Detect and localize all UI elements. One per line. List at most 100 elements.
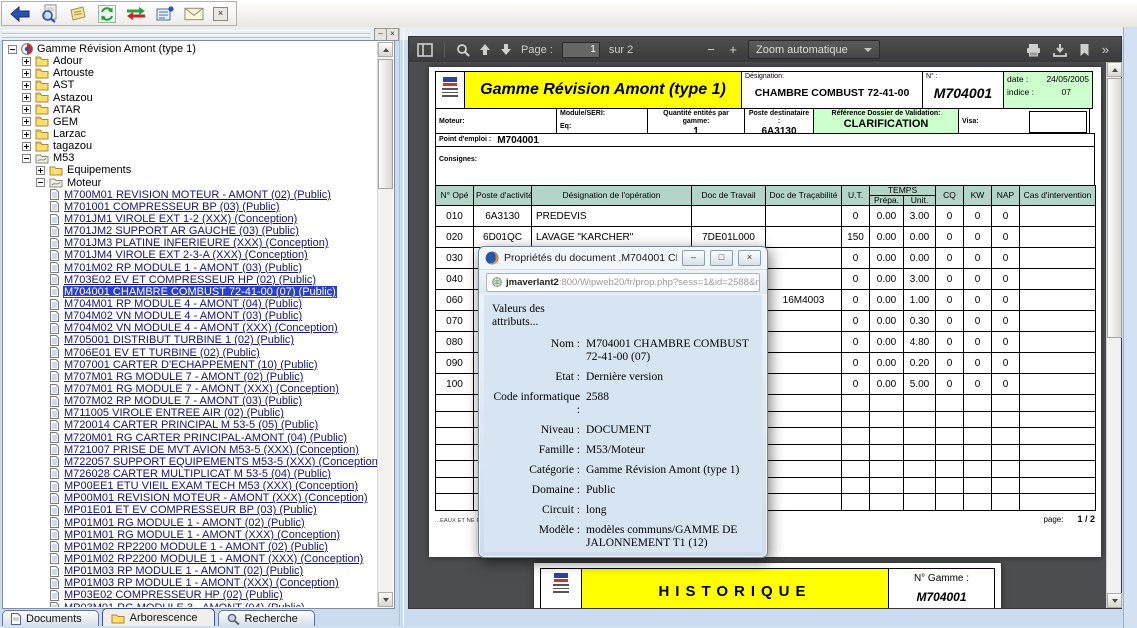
document-link[interactable]: M707M01 RG MODULE 7 - AMONT (02) (Public… — [63, 371, 304, 383]
document-link[interactable]: M711005 VIROLE ENTREE AIR (02) (Public) — [63, 407, 285, 419]
download-icon[interactable] — [1053, 43, 1067, 57]
dock-gripper[interactable] — [2, 34, 370, 38]
tree-document-item[interactable]: MP00EE1 ETU VIEIL EXAM TECH M53 (XXX) (C… — [5, 480, 377, 492]
scroll-down-icon[interactable] — [378, 592, 393, 607]
document-link[interactable]: M701JM4 VIROLE EXT 2-3-A (XXX) (Concepti… — [63, 249, 309, 261]
document-link[interactable]: M701001 COMPRESSEUR BP (03) (Public) — [63, 201, 281, 213]
document-link[interactable]: M707M01 RG MODULE 7 - AMONT (XXX) (Conce… — [63, 383, 340, 395]
mail-icon[interactable] — [184, 4, 204, 24]
tree-document-item[interactable]: M701JM3 PLATINE INFERIEURE (XXX) (Concep… — [5, 237, 377, 249]
expand-icon[interactable] — [22, 130, 31, 139]
tree-folder[interactable]: tagazou — [5, 140, 377, 152]
panel-splitter[interactable] — [399, 28, 404, 626]
document-link[interactable]: M703E02 EV ET COMPRESSEUR HP (02) (Publi… — [63, 274, 317, 286]
tree-folder[interactable]: GEM — [5, 116, 377, 128]
expand-icon[interactable] — [36, 166, 45, 175]
tree-document-item[interactable]: MP00M01 REVISION MOTEUR - AMONT (XXX) (C… — [5, 492, 377, 504]
zoom-in-icon[interactable]: + — [726, 42, 740, 57]
expand-icon[interactable] — [22, 117, 31, 126]
document-link[interactable]: M701JM3 PLATINE INFERIEURE (XXX) (Concep… — [63, 237, 329, 249]
tree-folder[interactable]: AST — [5, 79, 377, 91]
tab-arborescence[interactable]: Arborescence — [102, 608, 215, 627]
document-link[interactable]: M720M01 RG CARTER PRINCIPAL-AMONT (04) (… — [63, 432, 348, 444]
tree-document-item[interactable]: M704M01 RP MODULE 4 - AMONT (04) (Public… — [5, 298, 377, 310]
toolbar-close-icon[interactable]: × — [213, 7, 228, 21]
tab-recherche[interactable]: Recherche — [218, 610, 315, 627]
tree-document-item[interactable]: M707M01 RG MODULE 7 - AMONT (02) (Public… — [5, 371, 377, 383]
tree-folder[interactable]: Astazou — [5, 92, 377, 104]
expand-icon[interactable] — [22, 142, 31, 151]
tree-document-item[interactable]: MP01M02 RP2200 MODULE 1 - AMONT (02) (Pu… — [5, 541, 377, 553]
document-link[interactable]: MP01E01 ET EV COMPRESSEUR BP (03) (Publi… — [63, 504, 318, 516]
tree-document-item[interactable]: M703E02 EV ET COMPRESSEUR HP (02) (Publi… — [5, 274, 377, 286]
document-link[interactable]: M705001 DISTRIBUT TURBINE 1 (02) (Public… — [63, 334, 295, 346]
scroll-down-icon[interactable] — [1107, 593, 1122, 608]
tree-document-item[interactable]: MP01M03 RP MODULE 1 - AMONT (XXX) (Conce… — [5, 577, 377, 589]
tree-document-item[interactable]: M721007 PRISE DE MVT AVION M53-5 (XXX) (… — [5, 444, 377, 456]
send-note-icon[interactable] — [68, 4, 88, 24]
document-link[interactable]: MP01M03 RP MODULE 1 - AMONT (XXX) (Conce… — [63, 577, 340, 589]
expand-icon[interactable] — [22, 105, 31, 114]
expand-icon[interactable] — [22, 93, 31, 102]
zoom-out-icon[interactable]: − — [704, 42, 718, 57]
tree-document-item[interactable]: M704M02 VN MODULE 4 - AMONT (03) (Public… — [5, 310, 377, 322]
collapse-icon[interactable] — [8, 45, 17, 54]
tree-folder-m53[interactable]: M53 — [5, 152, 377, 164]
tree-folder[interactable]: Adour — [5, 55, 377, 67]
document-link[interactable]: M722057 SUPPORT EQUIPEMENTS M53-5 (XXX) … — [63, 456, 377, 468]
back-icon[interactable] — [10, 4, 30, 24]
refresh-icon[interactable] — [97, 4, 117, 24]
tree-document-item[interactable]: M700M01 REVISION MOTEUR - AMONT (02) (Pu… — [5, 189, 377, 201]
tree-document-item[interactable]: M711005 VIROLE ENTREE AIR (02) (Public) — [5, 407, 377, 419]
tree-document-item[interactable]: M707001 CARTER D'ECHAPPEMENT (10) (Publi… — [5, 359, 377, 371]
bookmark-icon[interactable] — [1079, 43, 1090, 57]
tree-document-item[interactable]: M701JM1 VIROLE EXT 1-2 (XXX) (Conception… — [5, 213, 377, 225]
tree-scrollbar[interactable] — [377, 42, 393, 607]
tree-document-item[interactable]: M704M02 VN MODULE 4 - AMONT (XXX) (Conce… — [5, 322, 377, 334]
minimize-button[interactable]: – — [682, 250, 705, 266]
document-link[interactable]: MP01M03 RP MODULE 1 - AMONT (02) (Public… — [63, 565, 304, 577]
tree-document-item[interactable]: M722057 SUPPORT EQUIPEMENTS M53-5 (XXX) … — [5, 456, 377, 468]
document-link[interactable]: M721007 PRISE DE MVT AVION M53-5 (XXX) (… — [63, 444, 360, 456]
document-link[interactable]: M720014 CARTER PRINCIPAL M 53-5 (05) (Pu… — [63, 419, 319, 431]
tree-folder[interactable]: Artouste — [5, 67, 377, 79]
document-link[interactable]: M700M01 REVISION MOTEUR - AMONT (02) (Pu… — [63, 189, 332, 201]
tree-document-item[interactable]: M701001 COMPRESSEUR BP (03) (Public) — [5, 201, 377, 213]
document-link[interactable]: M704M02 VN MODULE 4 - AMONT (XXX) (Conce… — [63, 322, 339, 334]
scroll-up-icon[interactable] — [378, 42, 393, 57]
tree-folder-moteur[interactable]: Moteur — [5, 177, 377, 189]
tree-folder[interactable]: Larzac — [5, 128, 377, 140]
sidebar-toggle-icon[interactable] — [417, 43, 433, 57]
tree-document-item[interactable]: MP01M01 RG MODULE 1 - AMONT (XXX) (Conce… — [5, 529, 377, 541]
tree-document-item[interactable]: M701JM4 VIROLE EXT 2-3-A (XXX) (Concepti… — [5, 249, 377, 261]
document-link[interactable]: MP00EE1 ETU VIEIL EXAM TECH M53 (XXX) (C… — [63, 480, 359, 492]
tree-document-item[interactable]: M726028 CARTER MULTIPLICAT M 53-5 (04) (… — [5, 468, 377, 480]
tree-root[interactable]: Gamme Révision Amont (type 1) — [5, 43, 377, 55]
print-icon[interactable] — [1026, 43, 1041, 57]
url-field[interactable]: jmaverlant2:800/Wipweb20/fr/prop.php?ses… — [486, 273, 760, 292]
zoom-select[interactable]: Zoom automatique — [748, 40, 880, 59]
tree-document-item[interactable]: M705001 DISTRIBUT TURBINE 1 (02) (Public… — [5, 334, 377, 346]
tree-document-item[interactable]: M704001 CHAMBRE COMBUST 72-41-00 (07) (P… — [5, 286, 377, 298]
find-icon[interactable] — [456, 43, 470, 57]
tree-document-item[interactable]: M701M02 RP MODULE 1 - AMONT (03) (Public… — [5, 262, 377, 274]
pdf-scrollbar[interactable] — [1106, 62, 1121, 608]
document-link[interactable]: M704001 CHAMBRE COMBUST 72-41-00 (07) (P… — [63, 286, 337, 298]
expand-icon[interactable] — [22, 57, 31, 66]
close-button[interactable]: × — [738, 250, 761, 266]
more-tools-icon[interactable]: » — [1102, 42, 1109, 57]
document-link[interactable]: M707001 CARTER D'ECHAPPEMENT (10) (Publi… — [63, 359, 319, 371]
tree-document-item[interactable]: M707M01 RG MODULE 7 - AMONT (XXX) (Conce… — [5, 383, 377, 395]
collapse-icon[interactable] — [36, 178, 45, 187]
tree-folder[interactable]: ATAR — [5, 104, 377, 116]
collapse-icon[interactable] — [22, 154, 31, 163]
tree-document-item[interactable]: M701JM2 SUPPORT AR GAUCHE (03) (Public) — [5, 225, 377, 237]
popup-titlebar[interactable]: Propriétés du document .M704001 CHAMBRE … — [479, 247, 767, 269]
document-link[interactable]: MP01M02 RP2200 MODULE 1 - AMONT (XXX) (C… — [63, 553, 364, 565]
tree-document-item[interactable]: M720014 CARTER PRINCIPAL M 53-5 (05) (Pu… — [5, 419, 377, 431]
document-link[interactable]: M726028 CARTER MULTIPLICAT M 53-5 (04) (… — [63, 468, 332, 480]
expand-icon[interactable] — [22, 69, 31, 78]
document-link[interactable]: M701M02 RP MODULE 1 - AMONT (03) (Public… — [63, 262, 303, 274]
tree-document-item[interactable]: M706E01 EV ET TURBINE (02) (Public) — [5, 347, 377, 359]
document-link[interactable]: MP01M01 RG MODULE 1 - AMONT (02) (Public… — [63, 517, 306, 529]
